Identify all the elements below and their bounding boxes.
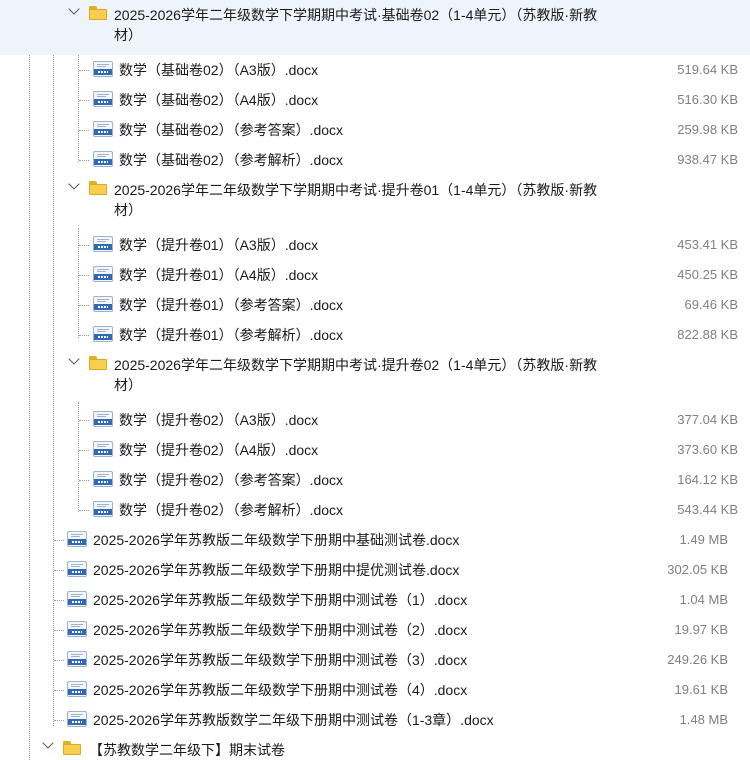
docx-file-icon (93, 121, 113, 137)
file-name: 数学（基础卷02）（A3版）.docx (119, 62, 319, 78)
file-size: 69.46 KB (684, 297, 739, 312)
folder-icon (89, 356, 107, 370)
file-tree: 2025-2026学年二年级数学下学期期中考试·基础卷02（1-4单元）（苏教版… (0, 0, 750, 760)
file-name: 数学（提升卷01）（参考解析）.docx (119, 327, 344, 343)
chevron-down-icon[interactable] (68, 353, 80, 365)
file-size: 822.88 KB (677, 327, 738, 342)
file-size: 19.61 KB (674, 682, 729, 697)
folder-label: 2025-2026学年二年级数学下学期期中考试·提升卷02（1-4单元）（苏教版… (114, 355, 654, 395)
file-size: 302.05 KB (667, 562, 728, 577)
file-name: 2025-2026学年苏教版二年级数学下册期中测试卷（4）.docx (93, 682, 468, 698)
folder-icon (63, 741, 81, 755)
file-size: 938.47 KB (677, 152, 738, 167)
docx-file-icon (67, 711, 87, 727)
file-name: 2025-2026学年苏教版数学二年级下册期中测试卷（1-3章）.docx (93, 712, 494, 728)
file-row[interactable]: 数学（提升卷01）（参考答案）.docx 69.46 KB (0, 290, 750, 320)
chevron-down-icon[interactable] (68, 178, 80, 190)
file-row[interactable]: 数学（基础卷02）（参考解析）.docx 938.47 KB (0, 145, 750, 175)
chevron-down-icon[interactable] (42, 737, 54, 749)
file-size: 249.26 KB (667, 652, 728, 667)
chevron-down-icon[interactable] (68, 3, 80, 15)
docx-file-icon (93, 266, 113, 282)
folder-label-line1: 2025-2026学年二年级数学下学期期中考试·提升卷01（1-4单元）（苏教版… (114, 182, 598, 198)
file-size: 519.64 KB (677, 62, 738, 77)
file-size: 543.44 KB (677, 502, 738, 517)
file-size: 450.25 KB (677, 267, 738, 282)
folder-icon (89, 6, 107, 20)
file-name: 数学（提升卷02）（A3版）.docx (119, 412, 319, 428)
file-row[interactable]: 数学（提升卷02）（A3版）.docx 377.04 KB (0, 405, 750, 435)
docx-file-icon (93, 61, 113, 77)
folder-label: 2025-2026学年二年级数学下学期期中考试·基础卷02（1-4单元）（苏教版… (114, 5, 654, 45)
folder-row-final-exam[interactable]: 【苏教数学二年级下】期末试卷 (0, 735, 750, 760)
file-size: 1.04 MB (679, 592, 728, 607)
docx-file-icon (93, 441, 113, 457)
file-row[interactable]: 2025-2026学年苏教版二年级数学下册期中测试卷（1）.docx 1.04 … (0, 585, 750, 615)
file-name: 数学（基础卷02）（参考解析）.docx (119, 152, 344, 168)
docx-file-icon (93, 471, 113, 487)
file-name: 数学（提升卷02）（参考答案）.docx (119, 472, 344, 488)
file-size: 377.04 KB (677, 412, 738, 427)
file-row[interactable]: 数学（提升卷01）（参考解析）.docx 822.88 KB (0, 320, 750, 350)
file-row[interactable]: 2025-2026学年苏教版二年级数学下册期中测试卷（4）.docx 19.61… (0, 675, 750, 705)
file-name: 数学（基础卷02）（A4版）.docx (119, 92, 319, 108)
folder-icon (89, 181, 107, 195)
file-name: 数学（提升卷01）（A4版）.docx (119, 267, 319, 283)
docx-file-icon (67, 681, 87, 697)
folder-label-line2: 材） (114, 377, 142, 393)
file-name: 2025-2026学年苏教版二年级数学下册期中提优测试卷.docx (93, 562, 460, 578)
file-name: 数学（提升卷02）（A4版）.docx (119, 442, 319, 458)
file-name: 数学（提升卷01）（A3版）.docx (119, 237, 319, 253)
docx-file-icon (93, 296, 113, 312)
docx-file-icon (67, 621, 87, 637)
file-row[interactable]: 2025-2026学年苏教版二年级数学下册期中测试卷（2）.docx 19.97… (0, 615, 750, 645)
docx-file-icon (93, 501, 113, 517)
file-size: 164.12 KB (677, 472, 738, 487)
file-size: 19.97 KB (674, 622, 729, 637)
file-size: 1.49 MB (679, 532, 728, 547)
file-row[interactable]: 2025-2026学年苏教版二年级数学下册期中测试卷（3）.docx 249.2… (0, 645, 750, 675)
docx-file-icon (67, 561, 87, 577)
docx-file-icon (93, 91, 113, 107)
file-name: 2025-2026学年苏教版二年级数学下册期中基础测试卷.docx (93, 532, 460, 548)
docx-file-icon (93, 236, 113, 252)
file-name: 数学（提升卷01）（参考答案）.docx (119, 297, 344, 313)
file-size: 1.48 MB (679, 712, 728, 727)
docx-file-icon (93, 151, 113, 167)
folder-label: 2025-2026学年二年级数学下学期期中考试·提升卷01（1-4单元）（苏教版… (114, 180, 654, 220)
folder-label-line2: 材） (114, 27, 142, 43)
folder-label-line2: 材） (114, 202, 142, 218)
docx-file-icon (93, 326, 113, 342)
file-row[interactable]: 数学（提升卷02）（参考解析）.docx 543.44 KB (0, 495, 750, 525)
file-size: 453.41 KB (677, 237, 738, 252)
file-size: 259.98 KB (677, 122, 738, 137)
file-name: 2025-2026学年苏教版二年级数学下册期中测试卷（1）.docx (93, 592, 468, 608)
file-name: 2025-2026学年苏教版二年级数学下册期中测试卷（2）.docx (93, 622, 468, 638)
file-row[interactable]: 数学（基础卷02）（参考答案）.docx 259.98 KB (0, 115, 750, 145)
folder-row-basic-02[interactable]: 2025-2026学年二年级数学下学期期中考试·基础卷02（1-4单元）（苏教版… (0, 0, 750, 55)
file-row[interactable]: 数学（提升卷01）（A3版）.docx 453.41 KB (0, 230, 750, 260)
file-name: 数学（提升卷02）（参考解析）.docx (119, 502, 344, 518)
file-name: 数学（基础卷02）（参考答案）.docx (119, 122, 344, 138)
docx-file-icon (67, 531, 87, 547)
file-row[interactable]: 数学（基础卷02）（A3版）.docx 519.64 KB (0, 55, 750, 85)
file-row[interactable]: 数学（基础卷02）（A4版）.docx 516.30 KB (0, 85, 750, 115)
file-row[interactable]: 数学（提升卷02）（A4版）.docx 373.60 KB (0, 435, 750, 465)
file-name: 2025-2026学年苏教版二年级数学下册期中测试卷（3）.docx (93, 652, 468, 668)
file-row[interactable]: 2025-2026学年苏教版数学二年级下册期中测试卷（1-3章）.docx 1.… (0, 705, 750, 735)
docx-file-icon (67, 591, 87, 607)
file-size: 373.60 KB (677, 442, 738, 457)
folder-label-line1: 2025-2026学年二年级数学下学期期中考试·提升卷02（1-4单元）（苏教版… (114, 357, 598, 373)
file-row[interactable]: 2025-2026学年苏教版二年级数学下册期中基础测试卷.docx 1.49 M… (0, 525, 750, 555)
folder-label: 【苏教数学二年级下】期末试卷 (89, 742, 285, 758)
file-size: 516.30 KB (677, 92, 738, 107)
file-row[interactable]: 2025-2026学年苏教版二年级数学下册期中提优测试卷.docx 302.05… (0, 555, 750, 585)
folder-row-advanced-01[interactable]: 2025-2026学年二年级数学下学期期中考试·提升卷01（1-4单元）（苏教版… (0, 175, 750, 230)
docx-file-icon (93, 411, 113, 427)
folder-row-advanced-02[interactable]: 2025-2026学年二年级数学下学期期中考试·提升卷02（1-4单元）（苏教版… (0, 350, 750, 405)
folder-label-line1: 2025-2026学年二年级数学下学期期中考试·基础卷02（1-4单元）（苏教版… (114, 7, 598, 23)
file-row[interactable]: 数学（提升卷01）（A4版）.docx 450.25 KB (0, 260, 750, 290)
docx-file-icon (67, 651, 87, 667)
file-row[interactable]: 数学（提升卷02）（参考答案）.docx 164.12 KB (0, 465, 750, 495)
